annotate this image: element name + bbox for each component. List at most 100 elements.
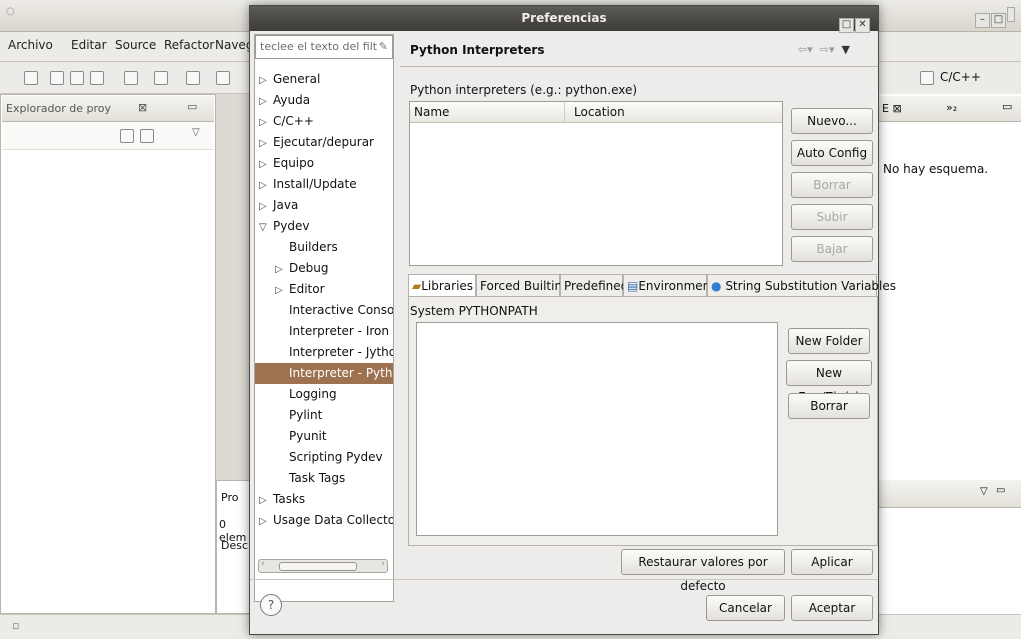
minimize-maximize-icon[interactable]: ▭ — [1002, 100, 1012, 113]
tree-item[interactable]: Interpreter - Python — [255, 363, 393, 384]
project-explorer-tab[interactable]: Explorador de proy ⊠ ▭ — [2, 96, 214, 122]
new-project-icon[interactable] — [124, 71, 138, 85]
tree-item[interactable]: ▷ Java — [255, 195, 393, 216]
tree-item[interactable]: Interactive Console — [255, 300, 393, 321]
clear-filter-icon[interactable]: ✎ — [379, 36, 388, 58]
interpreters-table[interactable]: Name Location — [409, 101, 783, 266]
back-icon[interactable]: ⇦▾ — [798, 43, 813, 56]
collapsed-arrow-icon[interactable]: ▷ — [275, 280, 289, 300]
view-menu-icon[interactable]: ▽ — [980, 486, 988, 497]
tree-item[interactable]: Pylint — [255, 405, 393, 426]
filter-input[interactable]: teclee el texto del filt ✎ — [255, 35, 393, 59]
new-egg-zip-button[interactable]: New Egg/Zip(s) — [786, 360, 872, 404]
close-icon[interactable] — [1007, 7, 1015, 22]
collapsed-arrow-icon[interactable]: ▷ — [259, 112, 273, 132]
tree-item[interactable]: ▷ Usage Data Collector — [255, 510, 393, 531]
borrar-interpreter-button[interactable]: Borrar — [791, 172, 873, 198]
borrar-path-button[interactable]: Borrar — [788, 393, 870, 419]
close-icon[interactable]: ⊠ — [138, 101, 147, 114]
menu-refactor[interactable]: Refactor — [164, 38, 214, 52]
tree-item[interactable]: ▷ Editor — [255, 279, 393, 300]
nuevo-button[interactable]: Nuevo... — [791, 108, 873, 134]
menu-source[interactable]: Source — [115, 38, 156, 52]
collapsed-arrow-icon[interactable]: ▷ — [259, 70, 273, 90]
outline-tab-label: E ⊠ — [882, 102, 902, 115]
close-icon[interactable]: ✕ — [855, 18, 870, 33]
auto-config-button[interactable]: Auto Config — [791, 140, 873, 166]
new-folder-button[interactable]: New Folder — [788, 328, 870, 354]
tree-item[interactable]: Logging — [255, 384, 393, 405]
tree-item[interactable]: ▷ Install/Update — [255, 174, 393, 195]
collapsed-arrow-icon[interactable]: ▷ — [259, 196, 273, 216]
bajar-button[interactable]: Bajar — [791, 236, 873, 262]
tree-item[interactable]: ▷ General — [255, 69, 393, 90]
tab-libraries[interactable]: ▰Libraries — [408, 274, 476, 296]
view-menu-icon[interactable]: ▽ — [192, 127, 200, 138]
tree-item[interactable]: ▷ Equipo — [255, 153, 393, 174]
minimize-maximize-icon[interactable]: ▭ — [996, 485, 1005, 496]
tab-overflow[interactable]: »₂ — [946, 101, 957, 114]
tree-item[interactable]: Interpreter - Jython — [255, 342, 393, 363]
tree-item[interactable]: ▷ Ayuda — [255, 90, 393, 111]
minimize-maximize-icon[interactable]: ▭ — [187, 100, 197, 113]
accept-button[interactable]: Aceptar — [791, 595, 873, 621]
collapse-all-icon[interactable] — [120, 129, 134, 143]
tab-string-substitution[interactable]: ● String Substitution Variables — [707, 274, 896, 296]
restore-defaults-button[interactable]: Restaurar valores por defecto — [621, 549, 785, 593]
save-icon[interactable] — [50, 71, 64, 85]
tree-item[interactable]: ▽ Pydev — [255, 216, 393, 237]
pythonpath-list[interactable] — [416, 322, 778, 536]
page-menu-icon[interactable]: ▼ — [842, 43, 850, 56]
tree-item[interactable]: ▷ Tasks — [255, 489, 393, 510]
outline-tab[interactable]: E ⊠ »₂ ▭ — [878, 96, 1021, 122]
run-icon[interactable] — [216, 71, 230, 85]
scrollbar-thumb[interactable] — [279, 562, 357, 571]
collapsed-arrow-icon[interactable]: ▷ — [275, 259, 289, 279]
help-icon[interactable]: ? — [260, 594, 282, 616]
perspective-cpp-button[interactable]: C/C++ — [940, 70, 981, 84]
window-menu-icon[interactable]: ○ — [6, 6, 15, 17]
scroll-right-icon[interactable]: › — [381, 559, 385, 569]
collapsed-arrow-icon[interactable]: ▷ — [259, 133, 273, 153]
tree-item[interactable]: Task Tags — [255, 468, 393, 489]
collapsed-arrow-icon[interactable]: ▷ — [259, 91, 273, 111]
save-all-icon[interactable] — [70, 71, 84, 85]
menu-navegar[interactable]: Naveg — [215, 38, 253, 52]
collapsed-arrow-icon[interactable]: ▷ — [259, 154, 273, 174]
tree-item[interactable]: Builders — [255, 237, 393, 258]
maximize-icon[interactable]: □ — [839, 18, 854, 33]
menu-archivo[interactable]: Archivo — [8, 38, 53, 52]
collapsed-arrow-icon[interactable]: ▷ — [259, 490, 273, 510]
problems-column-description[interactable]: Descr — [221, 539, 251, 552]
new-icon[interactable] — [24, 71, 38, 85]
maximize-icon[interactable]: □ — [991, 13, 1006, 28]
tab-forced-builtins[interactable]: Forced Builtins — [476, 274, 568, 296]
tree-item[interactable]: Scripting Pydev — [255, 447, 393, 468]
problems-tab-label[interactable]: Pro — [221, 491, 238, 504]
open-perspective-icon[interactable] — [920, 71, 934, 85]
scroll-left-icon[interactable]: ‹ — [261, 559, 265, 569]
forward-icon[interactable]: ⇨▾ — [820, 43, 835, 56]
subir-button[interactable]: Subir — [791, 204, 873, 230]
tree-item[interactable]: Pyunit — [255, 426, 393, 447]
cancel-button[interactable]: Cancelar — [706, 595, 785, 621]
tree-item[interactable]: ▷ Ejecutar/depurar — [255, 132, 393, 153]
column-name[interactable]: Name — [414, 105, 449, 119]
column-location[interactable]: Location — [574, 105, 625, 119]
link-editor-icon[interactable] — [140, 129, 154, 143]
collapsed-arrow-icon[interactable]: ▷ — [259, 511, 273, 531]
menu-editar[interactable]: Editar — [71, 38, 107, 52]
tree-horizontal-scrollbar[interactable]: ‹ › — [258, 559, 388, 573]
print-icon[interactable] — [90, 71, 104, 85]
tree-item[interactable]: ▷ Debug — [255, 258, 393, 279]
minimize-icon[interactable]: – — [975, 13, 990, 28]
collapsed-arrow-icon[interactable]: ▷ — [259, 175, 273, 195]
new-folder-icon[interactable] — [154, 71, 168, 85]
tree-item[interactable]: ▷ C/C++ — [255, 111, 393, 132]
expanded-arrow-icon[interactable]: ▽ — [259, 217, 273, 237]
new-class-icon[interactable] — [186, 71, 200, 85]
tab-environment[interactable]: ▤Environment — [623, 274, 715, 296]
tab-predefined[interactable]: Predefined — [560, 274, 628, 296]
tree-item[interactable]: Interpreter - Iron Py — [255, 321, 393, 342]
apply-button[interactable]: Aplicar — [791, 549, 873, 575]
